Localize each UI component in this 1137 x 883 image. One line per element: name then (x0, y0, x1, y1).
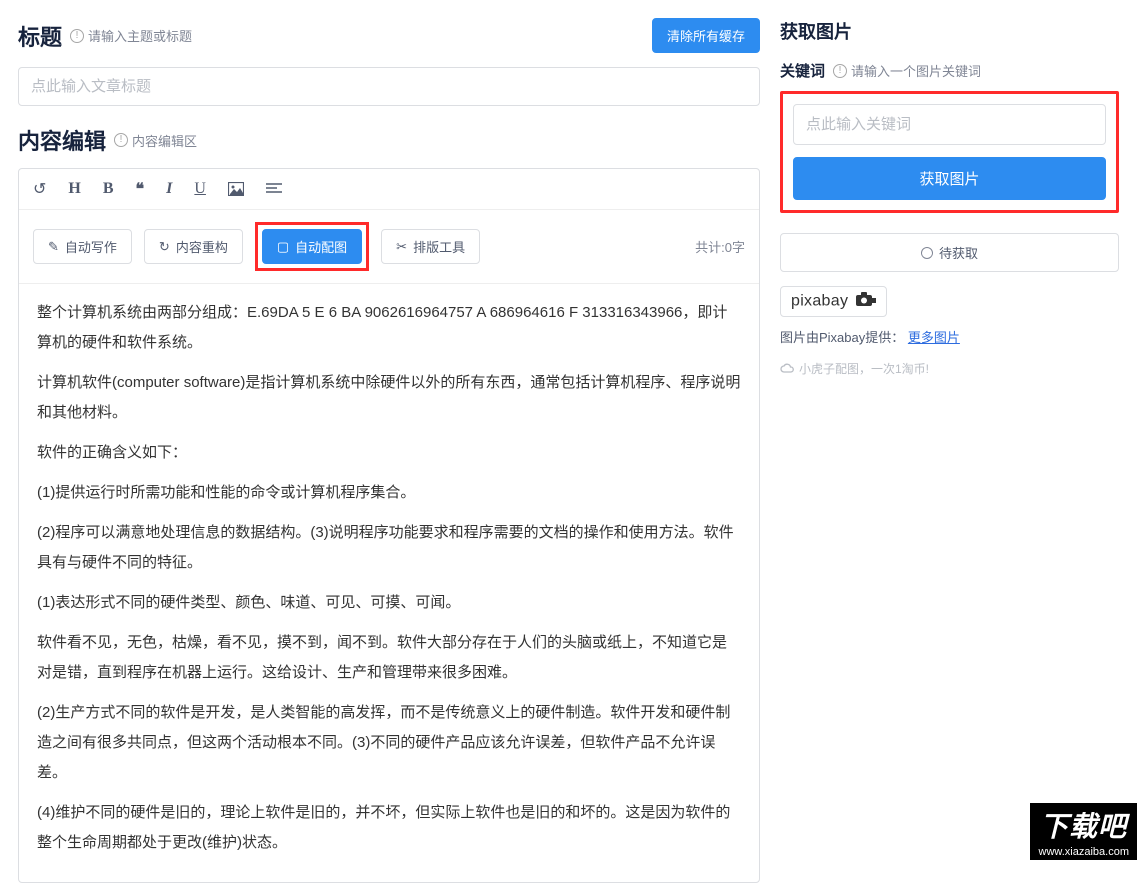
word-count: 共计:0字 (695, 237, 745, 256)
title-section-header: 标题 ! 请输入主题或标题 清除所有缓存 (18, 18, 760, 53)
title-hint: ! 请输入主题或标题 (70, 26, 192, 45)
image-icon[interactable] (228, 182, 244, 196)
pencil-icon: ✎ (48, 239, 59, 255)
editor-heading: 内容编辑 (18, 124, 106, 156)
title-heading: 标题 (18, 20, 62, 52)
circle-icon (921, 247, 933, 259)
image-credit: 图片由Pixabay提供： 更多图片 (780, 327, 1119, 346)
align-icon[interactable] (266, 183, 282, 195)
get-image-button[interactable]: 获取图片 (793, 157, 1106, 200)
status-pending-button[interactable]: 待获取 (780, 233, 1119, 272)
paragraph: (4)维护不同的硬件是旧的，理论上软件是旧的，并不坏，但实际上软件也是旧的和坏的… (37, 798, 741, 858)
paragraph: 整个计算机系统由两部分组成：E.69DA 5 E 6 BA 9062616964… (37, 298, 741, 358)
cloud-icon (780, 362, 794, 376)
editor-container: ↺ H B ❝ I U ✎ 自动写作 ↻ (18, 168, 760, 883)
keyword-input[interactable] (793, 104, 1106, 145)
paragraph: 软件看不见，无色，枯燥，看不见，摸不到，闻不到。软件大部分存在于人们的头脑或纸上… (37, 628, 741, 688)
cost-note: 小虎子配图，一次1淘币! (780, 360, 1119, 377)
info-icon: ! (70, 29, 84, 43)
editor-hint: ! 内容编辑区 (114, 131, 197, 150)
underline-icon[interactable]: U (194, 180, 206, 198)
italic-icon[interactable]: I (166, 180, 172, 198)
heading-icon[interactable]: H (68, 180, 80, 198)
article-title-input[interactable] (18, 67, 760, 106)
auto-image-button[interactable]: ▢ 自动配图 (262, 229, 362, 264)
picture-icon: ▢ (277, 239, 289, 255)
watermark: 下载吧 www.xiazaiba.com (1030, 803, 1137, 860)
paragraph: (2)程序可以满意地处理信息的数据结构。(3)说明程序功能要求和程序需要的文档的… (37, 518, 741, 578)
more-images-link[interactable]: 更多图片 (908, 330, 960, 345)
undo-icon[interactable]: ↺ (33, 179, 46, 199)
info-icon: ! (833, 64, 847, 78)
clear-cache-button[interactable]: 清除所有缓存 (652, 18, 760, 53)
restructure-button[interactable]: ↻ 内容重构 (144, 229, 243, 264)
action-toolbar: ✎ 自动写作 ↻ 内容重构 ▢ 自动配图 ✂ 排版工具 共计:0字 (19, 210, 759, 284)
quote-icon[interactable]: ❝ (136, 179, 145, 199)
format-toolbar: ↺ H B ❝ I U (19, 169, 759, 210)
camera-icon (856, 292, 876, 311)
bold-icon[interactable]: B (103, 180, 114, 198)
pixabay-badge: pixabay (780, 286, 887, 317)
editor-content[interactable]: 整个计算机系统由两部分组成：E.69DA 5 E 6 BA 9062616964… (19, 284, 759, 882)
paragraph: (1)提供运行时所需功能和性能的命令或计算机程序集合。 (37, 478, 741, 508)
paragraph: 计算机软件(computer software)是指计算机系统中除硬件以外的所有… (37, 368, 741, 428)
keyword-hint: ! 请输入一个图片关键词 (833, 61, 981, 80)
get-image-title: 获取图片 (780, 18, 1119, 44)
tool-icon: ✂ (396, 239, 407, 255)
keyword-label: 关键词 (780, 60, 825, 81)
paragraph: 软件的正确含义如下： (37, 438, 741, 468)
refresh-icon: ↻ (159, 239, 170, 255)
paragraph: (2)生产方式不同的软件是开发，是人类智能的高发挥，而不是传统意义上的硬件制造。… (37, 698, 741, 788)
keyword-highlight-area: 获取图片 (780, 91, 1119, 213)
auto-write-button[interactable]: ✎ 自动写作 (33, 229, 132, 264)
info-icon: ! (114, 133, 128, 147)
layout-tool-button[interactable]: ✂ 排版工具 (381, 229, 480, 264)
paragraph: (1)表达形式不同的硬件类型、颜色、味道、可见、可摸、可闻。 (37, 588, 741, 618)
